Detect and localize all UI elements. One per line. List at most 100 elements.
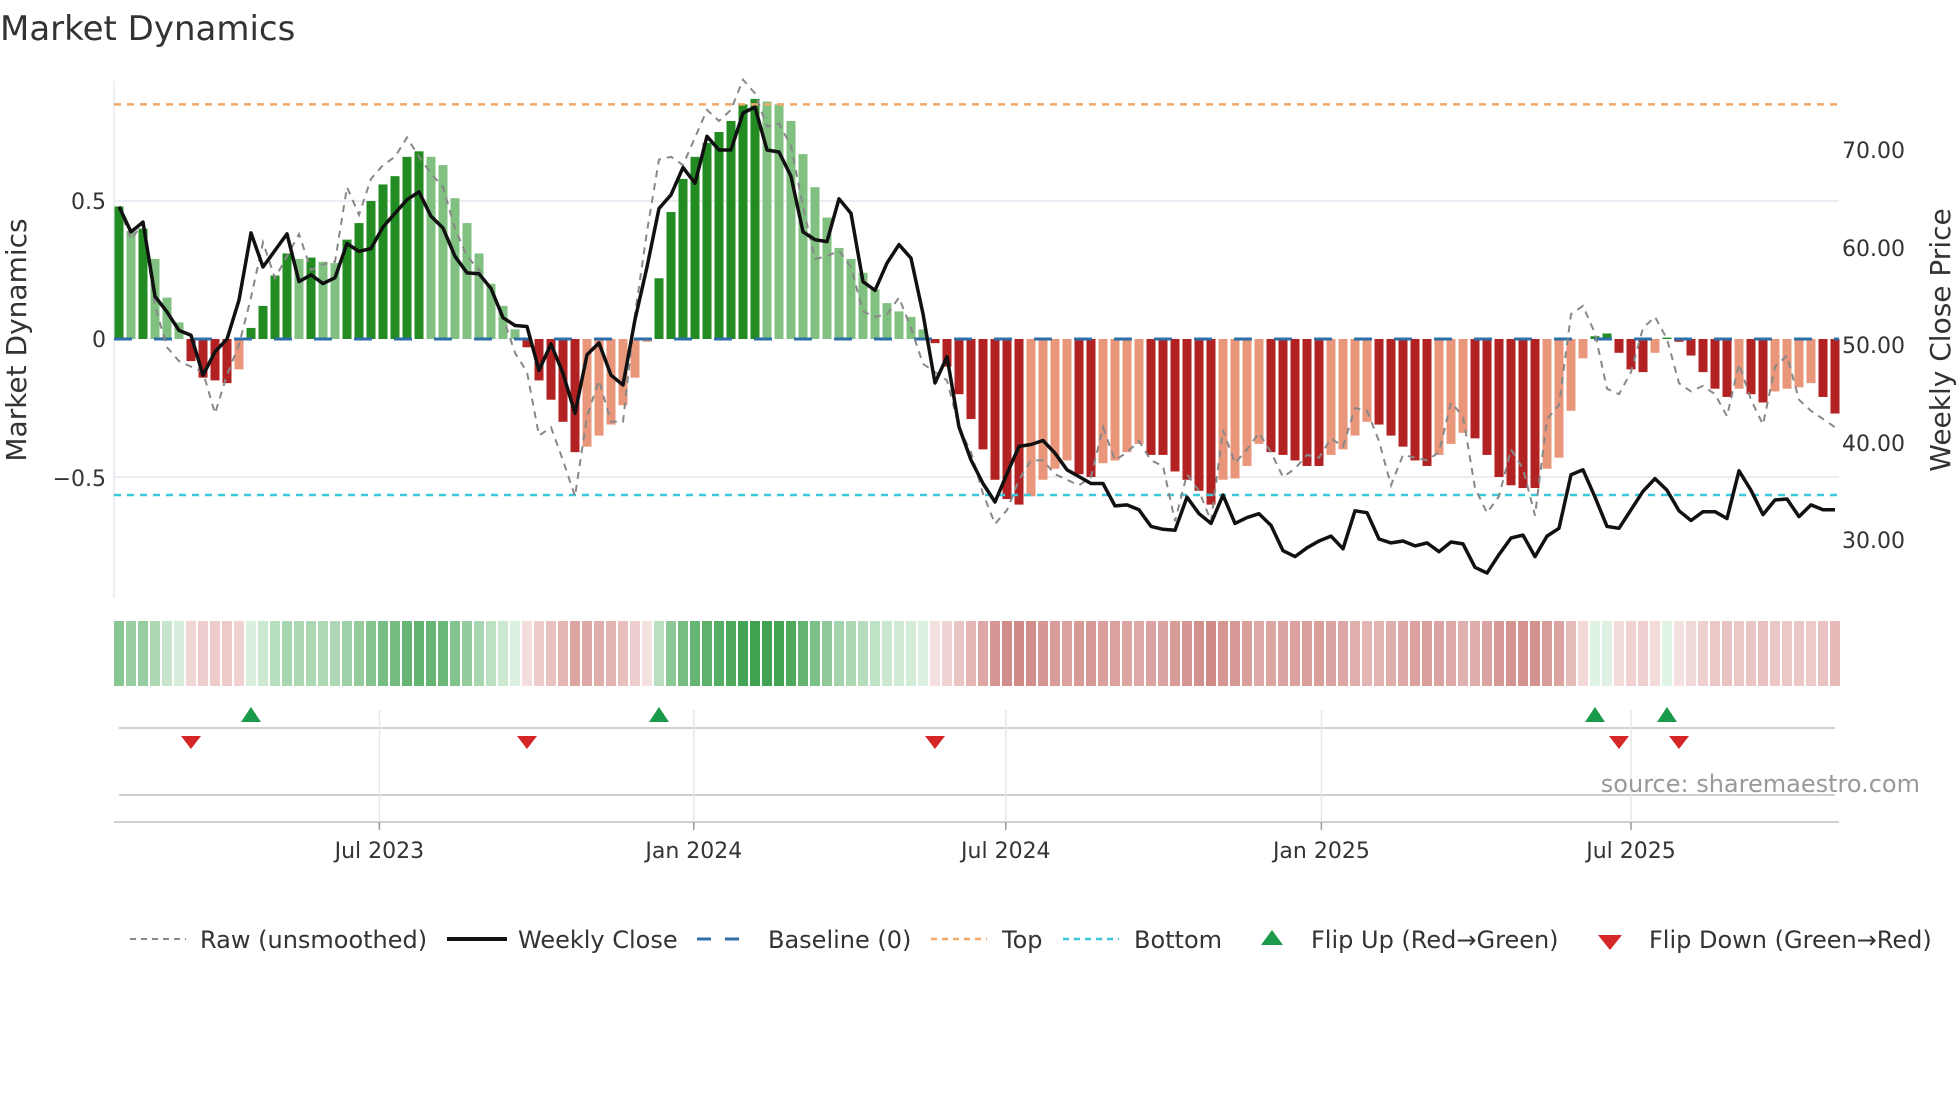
legend-item-close: Weekly Close (447, 926, 678, 954)
momentum-bar-positive (258, 305, 268, 339)
regime-cell (1806, 621, 1816, 686)
momentum-bar-positive (666, 212, 676, 339)
momentum-bar-negative (1374, 339, 1384, 425)
momentum-bar-positive (462, 223, 472, 339)
y2-tick-label: 30.00 (1842, 529, 1905, 554)
regime-cell (1002, 621, 1012, 686)
momentum-bar-negative (1566, 339, 1576, 411)
regime-cell (822, 621, 832, 686)
regime-cell (222, 621, 232, 686)
momentum-bar-negative (1278, 339, 1288, 455)
regime-cell (1674, 621, 1684, 686)
regime-cell (942, 621, 952, 686)
flip-up-marker (241, 707, 261, 722)
regime-cell (1026, 621, 1036, 686)
regime-cell (738, 621, 748, 686)
momentum-bar-negative (1242, 339, 1252, 466)
regime-cell (1086, 621, 1096, 686)
momentum-bar-positive (654, 278, 664, 339)
momentum-bar-negative (1218, 339, 1228, 480)
y2-tick-label: 40.00 (1842, 432, 1905, 457)
momentum-bar-positive (378, 184, 388, 339)
regime-cell (270, 621, 280, 686)
momentum-bar-negative (1014, 339, 1024, 505)
momentum-bar-negative (1098, 339, 1108, 464)
momentum-bar-positive (798, 154, 808, 339)
flip-down-marker (517, 736, 537, 749)
legend-label: Raw (unsmoothed) (200, 926, 427, 954)
regime-cell (1038, 621, 1048, 686)
regime-cell (1590, 621, 1600, 686)
regime-cell (390, 621, 400, 686)
regime-cell (330, 621, 340, 686)
legend-item-flip-down: Flip Down (Green→Red) (1598, 926, 1932, 954)
regime-cell (954, 621, 964, 686)
momentum-bar-negative (1746, 339, 1756, 395)
legend-item-top: Top (931, 926, 1043, 954)
momentum-bar-positive (114, 206, 124, 339)
regime-cell (1098, 621, 1108, 686)
momentum-bar-positive (726, 120, 736, 340)
regime-cell (402, 621, 412, 686)
right-axis: 70.00 60.00 50.00 40.00 30.00 Weekly Clo… (1842, 139, 1957, 554)
regime-cell (342, 621, 352, 686)
legend-label: Top (1001, 926, 1043, 954)
momentum-bar-positive (246, 327, 256, 339)
momentum-bar-negative (1386, 339, 1396, 436)
momentum-bar-negative (1830, 339, 1840, 414)
momentum-bar-positive (774, 104, 784, 340)
regime-cell (1506, 621, 1516, 686)
y-tick-label: −0.5 (53, 467, 106, 492)
momentum-bar-positive (402, 156, 412, 339)
momentum-bar-negative (1578, 339, 1588, 359)
momentum-bar-negative (1794, 339, 1804, 388)
regime-cell (1242, 621, 1252, 686)
legend-item-raw: Raw (unsmoothed) (130, 926, 427, 954)
regime-cell (198, 621, 208, 686)
regime-cell (1566, 621, 1576, 686)
momentum-bar-negative (1182, 339, 1192, 480)
flip-down-marker (1669, 736, 1689, 749)
momentum-bar-negative (1122, 339, 1132, 453)
regime-cell (1722, 621, 1732, 686)
triangle-down-icon (1598, 935, 1622, 950)
regime-cell (1062, 621, 1072, 686)
regime-cell (582, 621, 592, 686)
regime-cell (1710, 621, 1720, 686)
y2-axis-label: Weekly Close Price (1924, 208, 1957, 471)
regime-cell (486, 621, 496, 686)
y-tick-label: 0.5 (71, 190, 106, 215)
momentum-bar-positive (282, 253, 292, 339)
regime-cell (450, 621, 460, 686)
regime-cell (1338, 621, 1348, 686)
regime-cell (234, 621, 244, 686)
flip-down-marker (1609, 736, 1629, 749)
regime-cell (1374, 621, 1384, 686)
regime-cell (1170, 621, 1180, 686)
momentum-bar-negative (1554, 339, 1564, 458)
regime-cell (1422, 621, 1432, 686)
regime-cell (1350, 621, 1360, 686)
momentum-bar-negative (1434, 339, 1444, 455)
regime-cell (1134, 621, 1144, 686)
regime-cell (1182, 621, 1192, 686)
flip-up-marker (1585, 707, 1605, 722)
regime-cell (630, 621, 640, 686)
momentum-bar-positive (366, 201, 376, 339)
regime-cell (438, 621, 448, 686)
regime-cell (1782, 621, 1792, 686)
regime-cell (534, 621, 544, 686)
regime-cell (882, 621, 892, 686)
legend-label: Flip Down (Green→Red) (1649, 926, 1932, 954)
momentum-bar-negative (1446, 339, 1456, 444)
regime-cell (1734, 621, 1744, 686)
momentum-bar-negative (1410, 339, 1420, 461)
momentum-bar-negative (1086, 339, 1096, 477)
momentum-bar-negative (1266, 339, 1276, 453)
regime-cell (1194, 621, 1204, 686)
regime-cell (870, 621, 880, 686)
regime-cell (1398, 621, 1408, 686)
legend-item-bottom: Bottom (1063, 926, 1222, 954)
momentum-bar-positive (894, 311, 904, 339)
regime-cell (1314, 621, 1324, 686)
